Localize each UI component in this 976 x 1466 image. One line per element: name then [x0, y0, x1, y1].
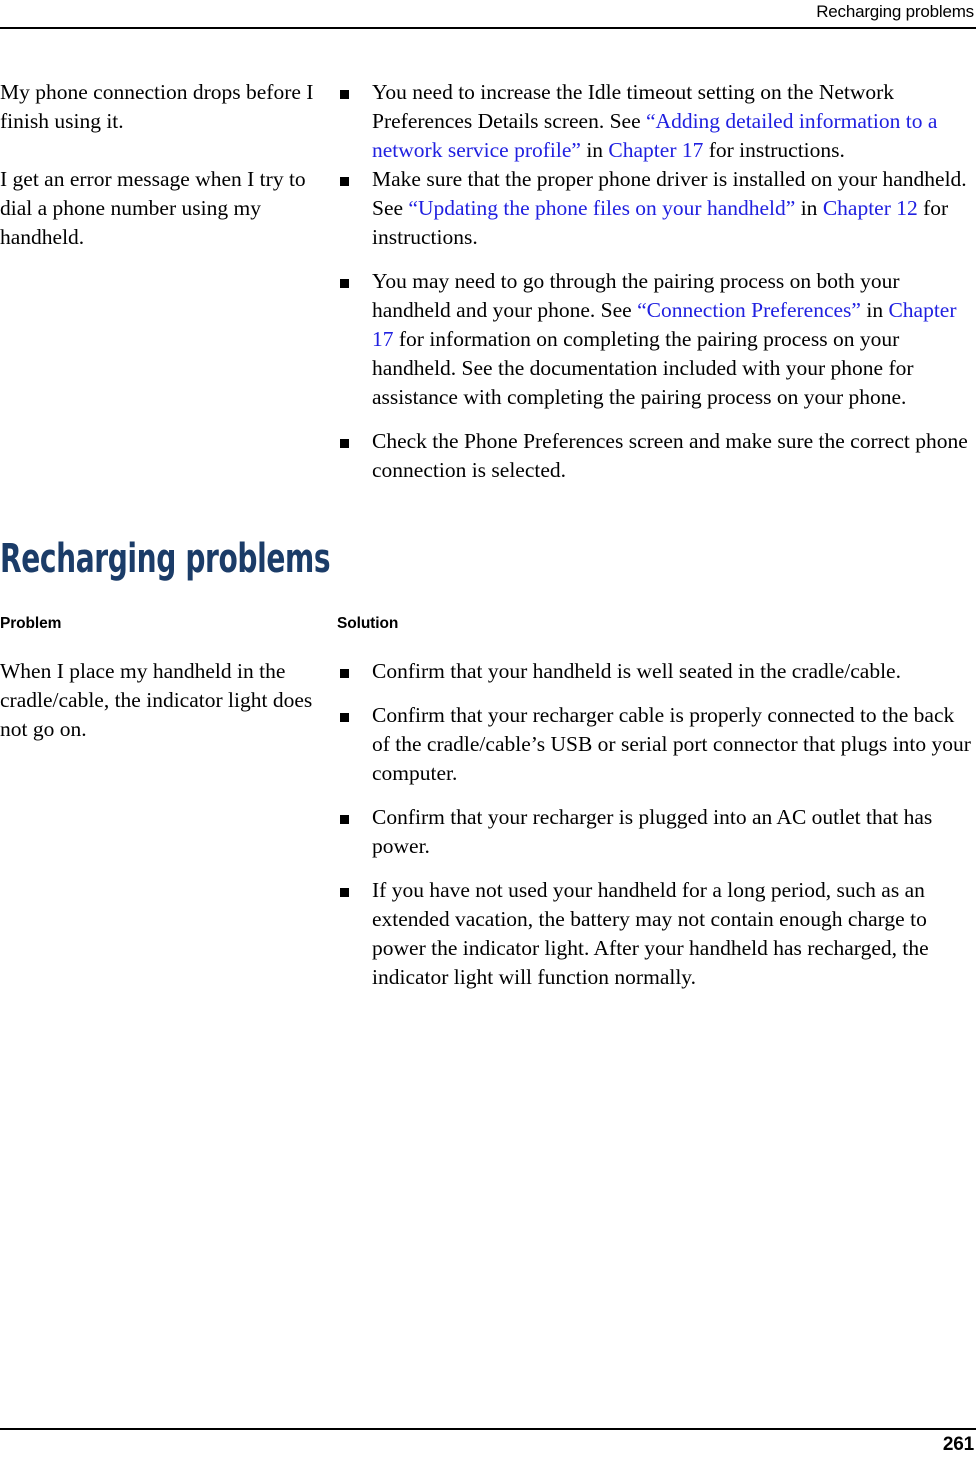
column-header-problem-cell: Problem — [0, 615, 337, 657]
table-row: My phone connection drops before I finis… — [0, 78, 976, 165]
continued-problem-solution-table: My phone connection drops before I finis… — [0, 78, 976, 485]
column-header-problem: Problem — [0, 615, 62, 632]
table-header-row: Problem Solution — [0, 615, 976, 657]
solution-text: Confirm that your recharger cable is pro… — [372, 703, 971, 785]
square-bullet-icon — [340, 177, 349, 186]
table-row: When I place my handheld in the cradle/c… — [0, 657, 976, 992]
solution-bullet-item: Check the Phone Preferences screen and m… — [337, 427, 976, 485]
page-number: 261 — [942, 1434, 974, 1455]
problem-text: My phone connection drops before I finis… — [0, 80, 314, 133]
solution-cell: You need to increase the Idle timeout se… — [337, 78, 976, 165]
solution-bullet-item: Make sure that the proper phone driver i… — [337, 165, 976, 252]
header-rule — [0, 27, 976, 29]
solution-bullet-item: Confirm that your recharger cable is pro… — [337, 701, 976, 788]
page-title: Recharging problems — [0, 536, 331, 582]
square-bullet-icon — [340, 669, 349, 678]
solution-bullet-list: Make sure that the proper phone driver i… — [337, 165, 976, 485]
solution-cell: Make sure that the proper phone driver i… — [337, 165, 976, 485]
running-head: Recharging problems — [816, 2, 974, 21]
problem-cell: My phone connection drops before I finis… — [0, 78, 337, 165]
problem-text: I get an error message when I try to dia… — [0, 167, 306, 249]
column-header-solution: Solution — [337, 615, 399, 632]
square-bullet-icon — [340, 439, 349, 448]
solution-text: If you have not used your handheld for a… — [372, 878, 929, 989]
solution-cell: Confirm that your handheld is well seate… — [337, 657, 976, 992]
solution-text: Confirm that your recharger is plugged i… — [372, 805, 933, 858]
solution-text: in — [580, 138, 609, 162]
continued-table-body: My phone connection drops before I finis… — [0, 78, 976, 485]
solution-bullet-item: Confirm that your recharger is plugged i… — [337, 803, 976, 861]
cross-reference-link[interactable]: “Updating the phone files on your handhe… — [408, 196, 795, 220]
section-heading-block: Recharging problems — [0, 537, 976, 581]
solution-text: Check the Phone Preferences screen and m… — [372, 429, 968, 482]
solution-bullet-item: You need to increase the Idle timeout se… — [337, 78, 976, 165]
page-content: My phone connection drops before I finis… — [0, 78, 976, 992]
footer-rule — [0, 1428, 976, 1430]
solution-text: in — [860, 298, 889, 322]
square-bullet-icon — [340, 713, 349, 722]
table-header: Problem Solution — [0, 615, 976, 657]
solution-text: in — [795, 196, 823, 220]
solution-text: for information on completing the pairin… — [372, 327, 914, 409]
column-header-solution-cell: Solution — [337, 615, 976, 657]
cross-reference-link[interactable]: Chapter 17 — [608, 138, 703, 162]
table-row: I get an error message when I try to dia… — [0, 165, 976, 485]
square-bullet-icon — [340, 90, 349, 99]
solution-bullet-list: You need to increase the Idle timeout se… — [337, 78, 976, 165]
cross-reference-link[interactable]: Chapter 12 — [823, 196, 918, 220]
solution-bullet-item: Confirm that your handheld is well seate… — [337, 657, 976, 686]
solution-bullet-list: Confirm that your handheld is well seate… — [337, 657, 976, 992]
square-bullet-icon — [340, 279, 349, 288]
solution-text: Confirm that your handheld is well seate… — [372, 659, 901, 683]
square-bullet-icon — [340, 888, 349, 897]
recharging-table-body: When I place my handheld in the cradle/c… — [0, 657, 976, 992]
solution-bullet-item: You may need to go through the pairing p… — [337, 267, 976, 412]
problem-text: When I place my handheld in the cradle/c… — [0, 659, 313, 741]
solution-bullet-item: If you have not used your handheld for a… — [337, 876, 976, 992]
page-header: Recharging problems — [0, 0, 976, 30]
recharging-problem-solution-table: Problem Solution When I place my handhel… — [0, 615, 976, 992]
solution-text: for instructions. — [703, 138, 845, 162]
problem-cell: I get an error message when I try to dia… — [0, 165, 337, 485]
problem-cell: When I place my handheld in the cradle/c… — [0, 657, 337, 992]
square-bullet-icon — [340, 815, 349, 824]
cross-reference-link[interactable]: “Connection Preferences” — [637, 298, 861, 322]
